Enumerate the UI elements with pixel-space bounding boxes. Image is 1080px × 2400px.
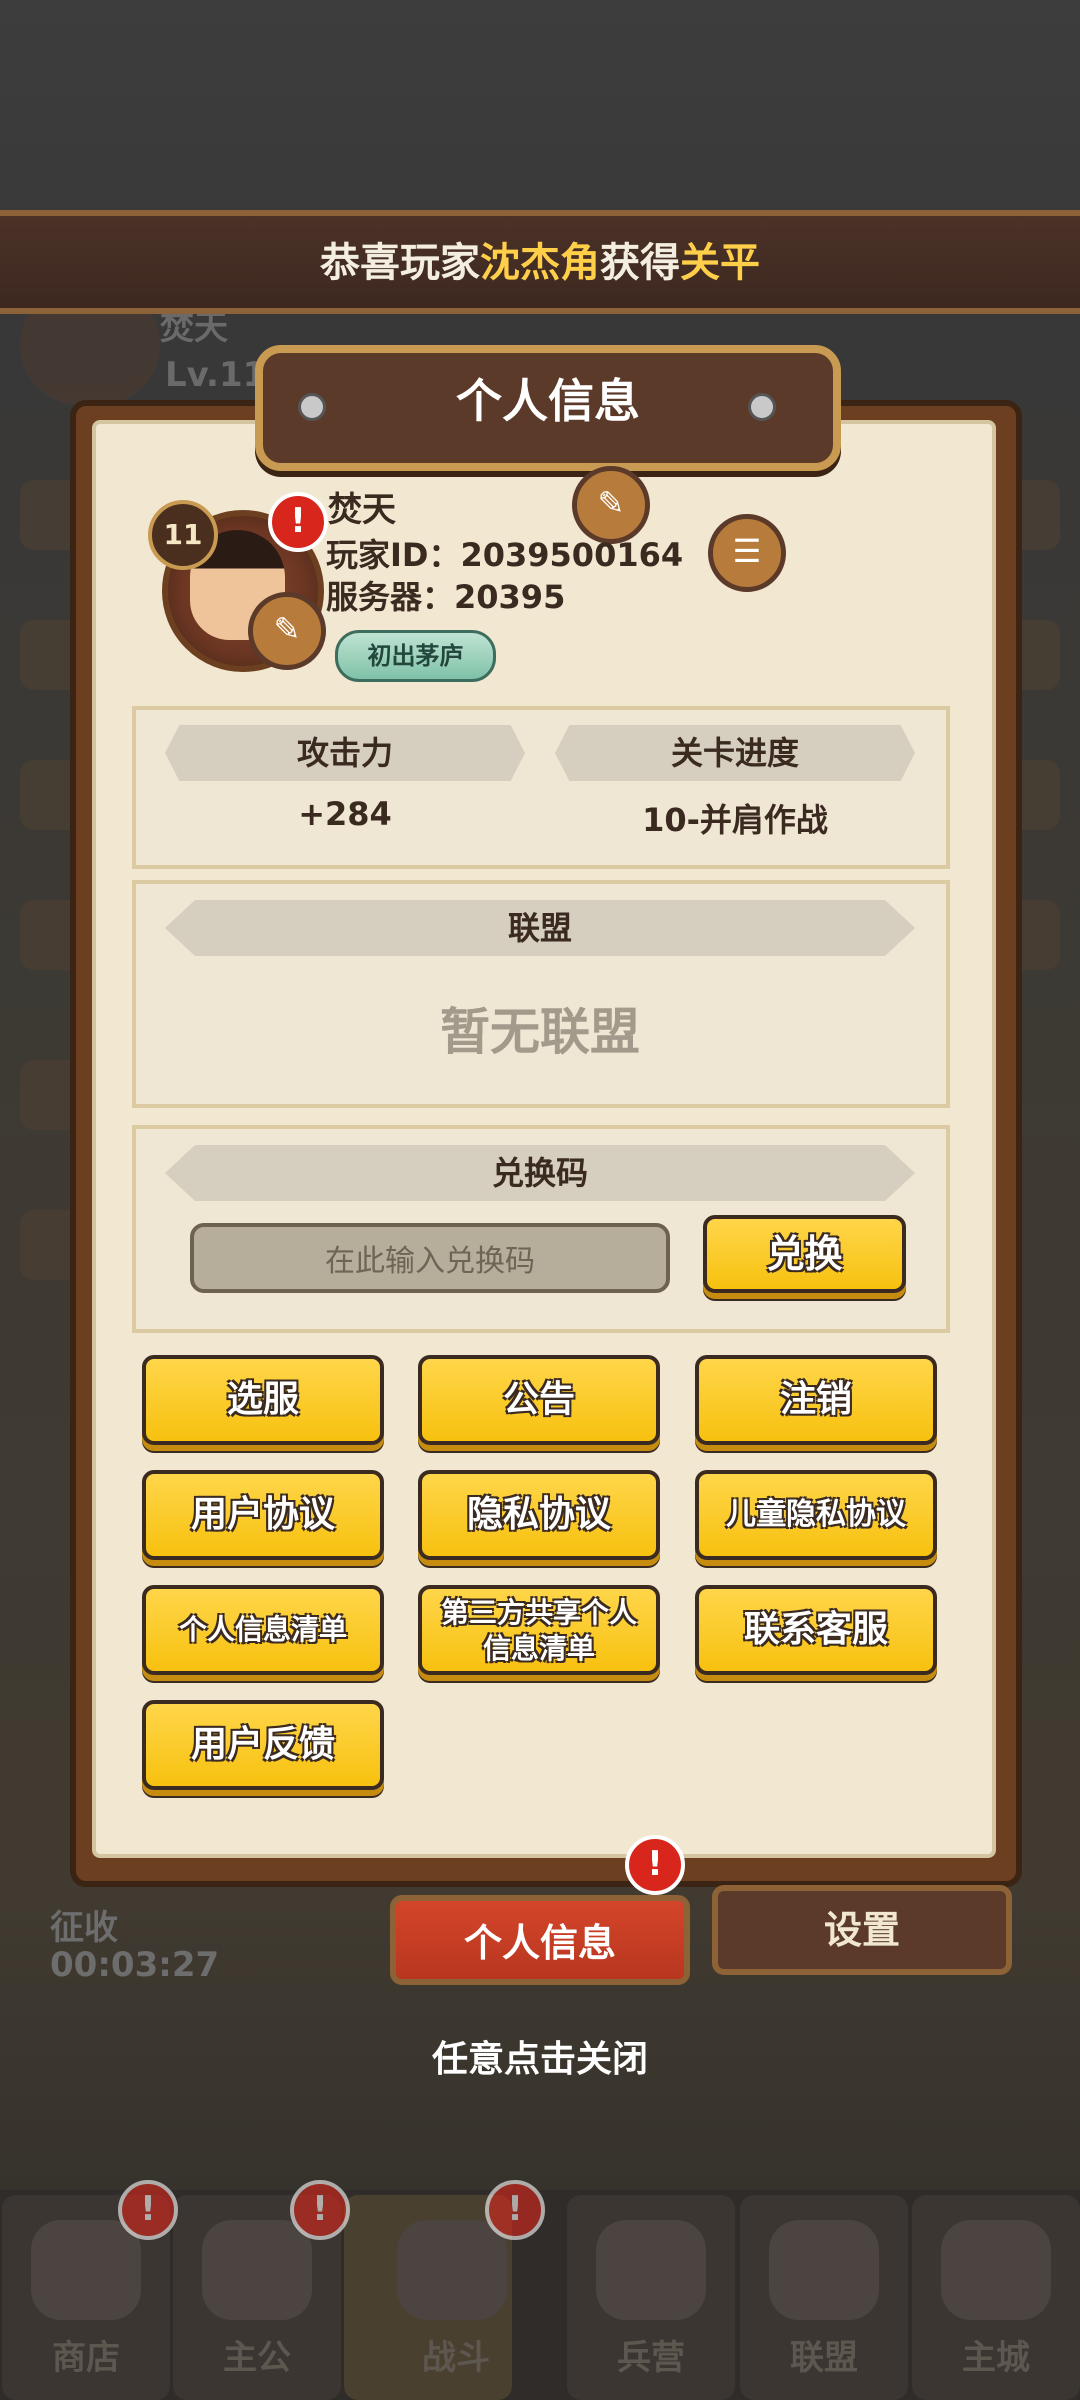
alliance-value: 暂无联盟 [440, 1003, 640, 1061]
announcement-player: 沈杰角 [480, 240, 600, 286]
nav-label-city: 主城 [962, 2338, 1030, 2378]
edit-avatar-button[interactable]: ✎ [248, 592, 326, 670]
stage-label: 关卡进度 [555, 725, 915, 781]
dialog-title: 个人信息 [456, 374, 640, 428]
privacy-agreement-button[interactable]: 隐私协议 [418, 1470, 660, 1560]
contact-support-button[interactable]: 联系客服 [695, 1585, 937, 1675]
city-icon [941, 2220, 1051, 2320]
announcement-text: 恭喜玩家沈杰角获得关平 [0, 230, 1080, 288]
attack-label: 攻击力 [165, 725, 525, 781]
announcement-prefix: 恭喜玩家 [320, 240, 480, 286]
alert-icon: ! [625, 1835, 685, 1895]
select-server-button[interactable]: 选服 [142, 1355, 384, 1445]
alliance-label: 联盟 [165, 900, 915, 956]
alliance-icon [769, 2220, 879, 2320]
third-party-info-list-button[interactable]: 第三方共享个人信息清单 [418, 1585, 660, 1675]
tab-settings[interactable]: 设置 [712, 1885, 1012, 1975]
child-privacy-button[interactable]: 儿童隐私协议 [695, 1470, 937, 1560]
redeem-button[interactable]: 兑换 [703, 1215, 906, 1293]
attack-value: +284 [298, 795, 392, 833]
title-badge: 初出茅庐 [335, 630, 496, 682]
nav-label-battle: 战斗 [422, 2338, 490, 2378]
nav-label-lord: 主公 [223, 2338, 291, 2378]
redeem-code-input[interactable]: 在此输入兑换码 [190, 1223, 670, 1293]
level-badge: 11 [148, 500, 218, 570]
redeem-label: 兑换码 [165, 1145, 915, 1201]
shop-icon [31, 2220, 141, 2320]
tab-personal-info[interactable]: 个人信息 [390, 1895, 690, 1985]
lord-icon [202, 2220, 312, 2320]
barracks-icon [596, 2220, 706, 2320]
user-agreement-button[interactable]: 用户协议 [142, 1470, 384, 1560]
player-name: 焚天 [328, 490, 396, 530]
nav-label-barracks: 兵营 [617, 2338, 685, 2378]
server-id: 服务器：20395 [326, 578, 566, 616]
logout-button[interactable]: 注销 [695, 1355, 937, 1445]
swords-icon [397, 2220, 507, 2320]
player-id: 玩家ID：2039500164 [326, 536, 684, 574]
alert-icon: ! [118, 2180, 178, 2240]
background-collect-label: 征收 [50, 1908, 118, 1948]
announcement-mid: 获得 [600, 240, 680, 286]
announcement-button[interactable]: 公告 [418, 1355, 660, 1445]
alert-icon: ! [268, 492, 328, 552]
background-collect-timer: 00:03:27 [50, 1945, 220, 1985]
user-feedback-button[interactable]: 用户反馈 [142, 1700, 384, 1790]
copy-id-button[interactable]: ☰ [708, 514, 786, 592]
announcement-reward: 关平 [680, 240, 760, 286]
nav-label-alliance: 联盟 [790, 2338, 858, 2378]
close-hint[interactable]: 任意点击关闭 [0, 2030, 1080, 2082]
nav-label-shop: 商店 [52, 2338, 120, 2378]
alert-icon: ! [485, 2180, 545, 2240]
personal-info-list-button[interactable]: 个人信息清单 [142, 1585, 384, 1675]
background-player-level: Lv.11 [165, 355, 267, 395]
stage-value: 10-并肩作战 [642, 801, 828, 839]
alert-icon: ! [290, 2180, 350, 2240]
